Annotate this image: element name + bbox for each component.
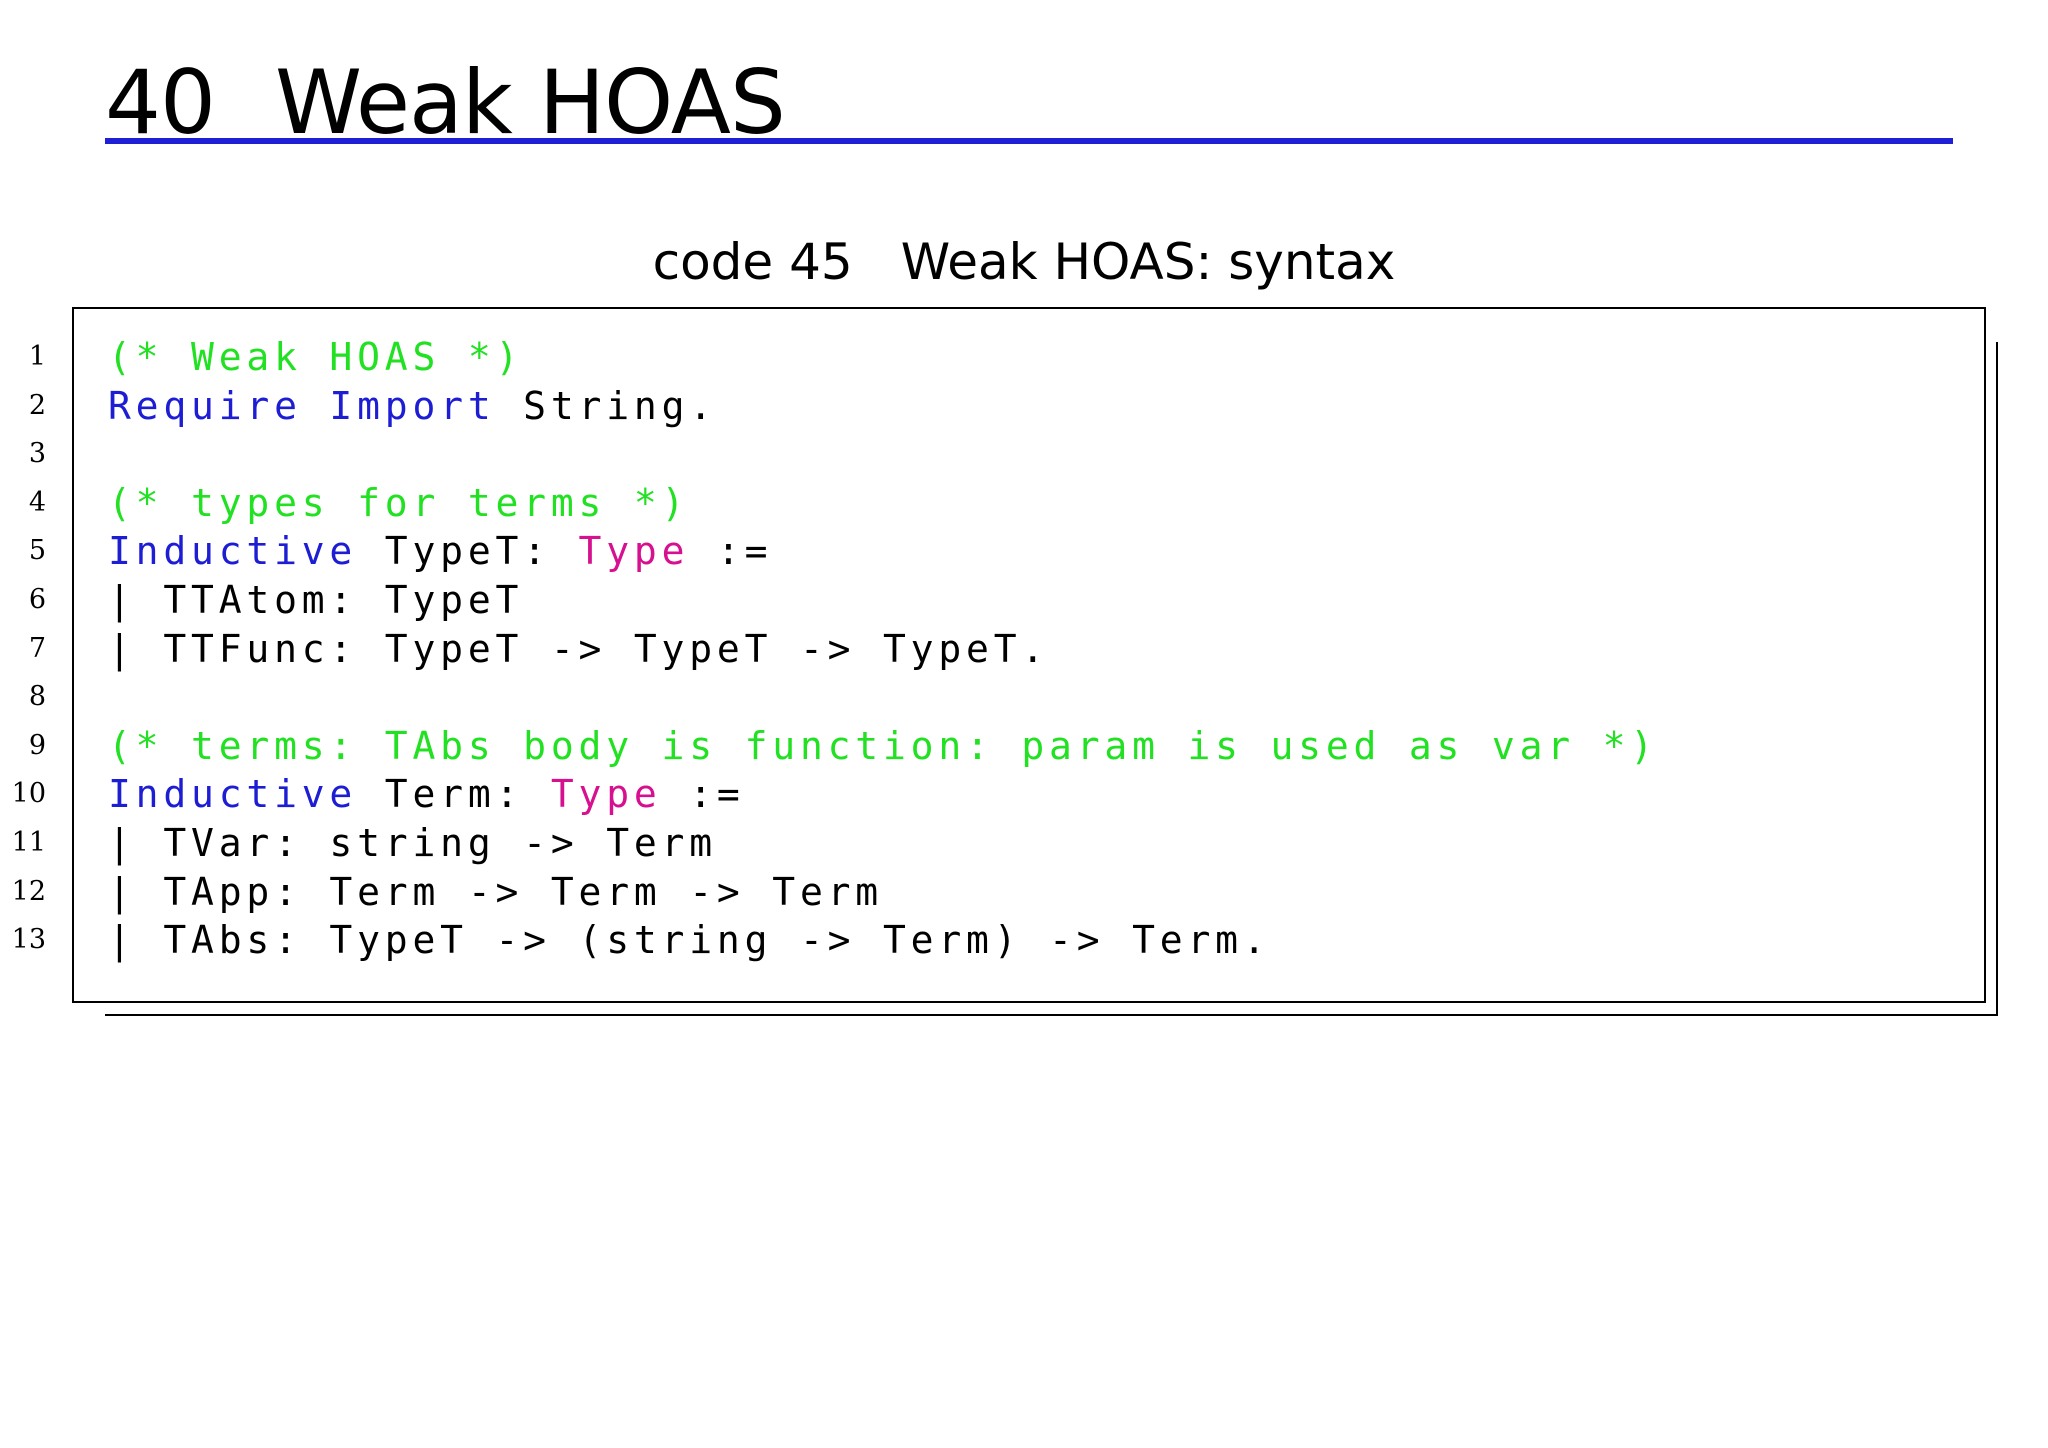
line-number: 13 bbox=[11, 924, 46, 956]
line-number: 3 bbox=[28, 438, 46, 470]
section-rule bbox=[105, 138, 1953, 144]
code-token-text: TypeT: bbox=[357, 529, 579, 574]
code-line: Inductive TypeT: Type := bbox=[108, 527, 1658, 576]
line-number: 10 bbox=[11, 778, 46, 810]
line-number: 8 bbox=[28, 681, 46, 713]
code-token-text: String. bbox=[495, 383, 717, 428]
code-token-text: | TTFunc: TypeT -> TypeT -> TypeT. bbox=[108, 626, 1050, 671]
code-line: | TAbs: TypeT -> (string -> Term) -> Ter… bbox=[108, 916, 1658, 965]
code-token-text: | TAbs: TypeT -> (string -> Term) -> Ter… bbox=[108, 918, 1271, 963]
code-token-text: | TVar: string -> Term bbox=[108, 820, 717, 865]
section-number: 40 bbox=[105, 51, 216, 154]
code-token-type: Type bbox=[550, 772, 662, 817]
code-line: (* Weak HOAS *) bbox=[108, 333, 1658, 382]
code-token-keyword: Require Import bbox=[108, 383, 496, 428]
line-number: 5 bbox=[28, 535, 46, 567]
line-number-gutter: 1 2 3 4 5 6 7 8 9 10 11 12 13 bbox=[0, 333, 46, 965]
section-heading: 40 Weak HOAS bbox=[105, 51, 786, 154]
code-token-type: Type bbox=[578, 529, 690, 574]
code-line: | TVar: string -> Term bbox=[108, 819, 1658, 868]
line-number: 6 bbox=[28, 583, 46, 615]
code-line: | TTFunc: TypeT -> TypeT -> TypeT. bbox=[108, 625, 1658, 674]
code-token-comment: (* terms: TAbs body is function: param i… bbox=[108, 723, 1658, 768]
code-token-comment: (* types for terms *) bbox=[108, 480, 690, 525]
code-line: (* types for terms *) bbox=[108, 479, 1658, 528]
code-token-comment: (* Weak HOAS *) bbox=[108, 335, 524, 379]
code-line: | TApp: Term -> Term -> Term bbox=[108, 868, 1658, 917]
code-caption: code 45 Weak HOAS: syntax bbox=[0, 232, 2048, 292]
code-line: | TTAtom: TypeT bbox=[108, 576, 1658, 625]
line-number: 11 bbox=[11, 826, 46, 858]
section-header: 40 Weak HOAS bbox=[105, 58, 1953, 148]
code-token-text: := bbox=[661, 772, 745, 817]
line-number: 12 bbox=[11, 875, 46, 907]
code-token-keyword: Inductive bbox=[108, 529, 358, 574]
code-token-keyword: Inductive bbox=[108, 772, 358, 817]
code-listing: (* Weak HOAS *) Require Import String. (*… bbox=[108, 333, 1658, 965]
code-token-text: | TApp: Term -> Term -> Term bbox=[108, 869, 883, 914]
line-number: 1 bbox=[28, 341, 46, 372]
code-line: Inductive Term: Type := bbox=[108, 770, 1658, 819]
code-line: Require Import String. bbox=[108, 382, 1658, 431]
code-token-text: Term: bbox=[357, 772, 551, 817]
line-number: 7 bbox=[28, 632, 46, 664]
line-number: 4 bbox=[28, 486, 46, 518]
code-token-text: | TTAtom: TypeT bbox=[108, 577, 524, 622]
line-number: 9 bbox=[28, 729, 46, 761]
code-token-text: := bbox=[689, 529, 773, 574]
caption-title: Weak HOAS: syntax bbox=[900, 233, 1396, 291]
code-line: (* terms: TAbs body is function: param i… bbox=[108, 722, 1658, 771]
caption-number: code 45 bbox=[652, 233, 853, 291]
line-number: 2 bbox=[28, 389, 46, 421]
